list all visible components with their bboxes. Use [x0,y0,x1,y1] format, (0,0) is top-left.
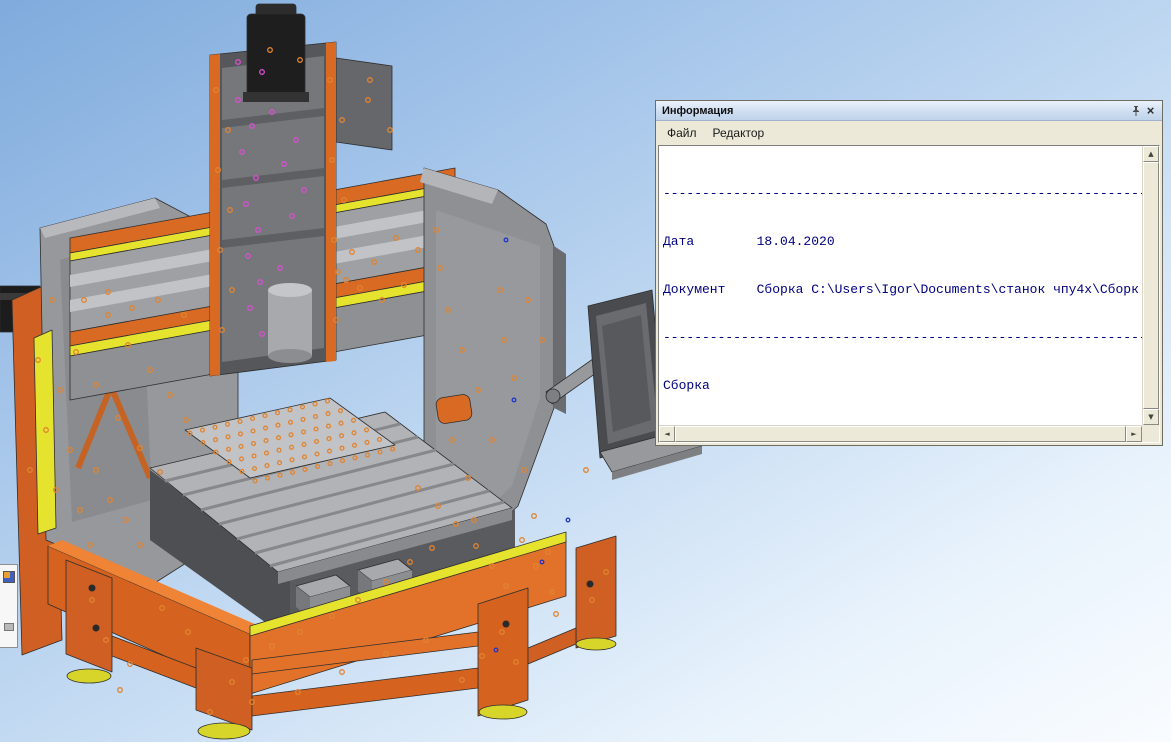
scroll-left-icon[interactable]: ◄ [659,426,675,442]
horizontal-scroll-thumb[interactable] [675,426,1126,442]
information-panel[interactable]: Информация × Файл Редактор -------------… [655,100,1163,446]
close-icon: × [1146,102,1155,118]
panel-title: Информация [662,104,734,117]
menu-file[interactable]: Файл [660,124,704,142]
menu-editor[interactable]: Редактор [706,124,772,142]
scroll-down-icon[interactable]: ▼ [1143,409,1159,425]
report-separator: ----------------------------------------… [663,186,1142,201]
report-date-line: Дата 18.04.2020 [663,234,835,249]
spindle[interactable] [268,283,312,363]
pushpin-icon [1132,105,1139,116]
report-assembly-line: Сборка [663,378,710,393]
panel-menubar[interactable]: Файл Редактор [656,121,1162,145]
vertical-scroll-thumb[interactable] [1143,162,1159,409]
close-button[interactable]: × [1143,104,1158,118]
pin-icon[interactable] [1128,104,1143,118]
report-text: ----------------------------------------… [659,146,1142,425]
report-separator: ----------------------------------------… [663,330,1142,345]
horizontal-scrollbar[interactable]: ◄ ► [659,425,1142,442]
report-area: ----------------------------------------… [658,145,1160,443]
tree-item-icon [2,571,15,583]
side-toolbar-fragment[interactable] [0,564,18,648]
collapsed-panel-icon [3,623,14,631]
information-panel-titlebar[interactable]: Информация × [656,101,1162,121]
cad-viewport[interactable]: Информация × Файл Редактор -------------… [0,0,1171,742]
report-document-line: Документ Сборка C:\Users\Igor\Documents\… [663,282,1139,297]
scroll-right-icon[interactable]: ► [1126,426,1142,442]
vertical-scrollbar[interactable]: ▲ ▼ [1142,146,1159,425]
scroll-up-icon[interactable]: ▲ [1143,146,1159,162]
spindle-motor[interactable] [243,3,309,102]
scrollbar-corner [1142,425,1159,442]
